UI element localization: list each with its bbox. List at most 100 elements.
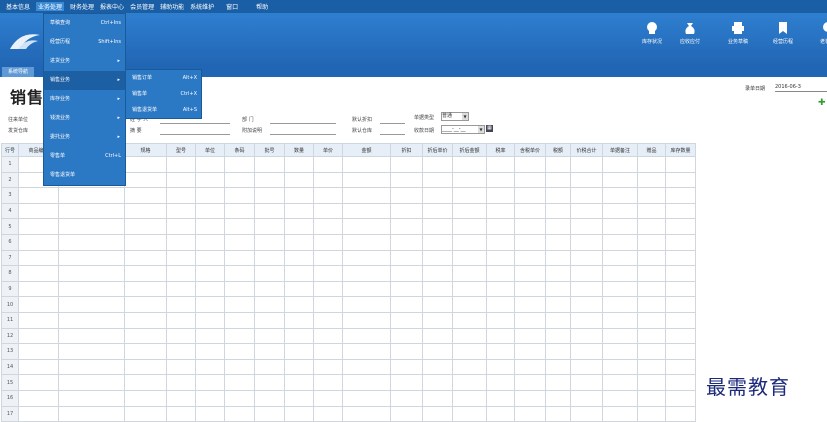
table-cell[interactable] bbox=[195, 311, 225, 329]
table-cell[interactable] bbox=[570, 233, 603, 251]
table-cell[interactable] bbox=[665, 156, 696, 173]
table-cell[interactable] bbox=[124, 327, 167, 345]
table-cell[interactable] bbox=[545, 171, 571, 189]
table-cell[interactable] bbox=[637, 327, 666, 345]
table-cell[interactable] bbox=[195, 265, 225, 282]
table-cell[interactable] bbox=[18, 280, 59, 298]
table-cell[interactable] bbox=[124, 233, 167, 251]
table-cell[interactable] bbox=[313, 374, 343, 391]
table-cell[interactable] bbox=[452, 218, 487, 235]
table-cell[interactable] bbox=[545, 265, 571, 282]
table-cell[interactable] bbox=[665, 171, 696, 189]
table-cell[interactable] bbox=[284, 187, 314, 204]
table-cell[interactable] bbox=[124, 296, 167, 313]
dept-field[interactable] bbox=[270, 123, 336, 124]
table-cell[interactable] bbox=[602, 156, 638, 173]
table-cell[interactable] bbox=[637, 265, 666, 282]
table-cell[interactable] bbox=[342, 233, 391, 251]
table-cell[interactable] bbox=[422, 218, 453, 235]
table-cell[interactable] bbox=[254, 374, 285, 391]
table-cell[interactable] bbox=[254, 311, 285, 329]
table-cell[interactable] bbox=[665, 218, 696, 235]
table-cell[interactable] bbox=[486, 389, 515, 407]
bill-type-select[interactable]: 普通 ▼ bbox=[441, 112, 469, 121]
table-cell[interactable] bbox=[452, 187, 487, 204]
table-cell[interactable] bbox=[224, 187, 255, 204]
table-cell[interactable] bbox=[486, 249, 515, 267]
table-cell[interactable] bbox=[602, 405, 638, 422]
table-cell[interactable] bbox=[342, 187, 391, 204]
table-cell[interactable] bbox=[284, 233, 314, 251]
table-cell[interactable] bbox=[637, 171, 666, 189]
table-cell[interactable] bbox=[58, 187, 125, 204]
table-cell[interactable] bbox=[313, 171, 343, 189]
table-cell[interactable] bbox=[570, 311, 603, 329]
table-cell[interactable] bbox=[665, 202, 696, 220]
table-cell[interactable] bbox=[166, 327, 196, 345]
menu-item[interactable]: 经营历程 Shift+Ins bbox=[44, 33, 125, 52]
menu-item[interactable]: 委托业务 ▸ bbox=[44, 128, 125, 147]
table-cell[interactable] bbox=[514, 202, 546, 220]
table-cell[interactable] bbox=[313, 327, 343, 345]
table-cell[interactable] bbox=[254, 171, 285, 189]
table-cell[interactable] bbox=[284, 218, 314, 235]
table-cell[interactable] bbox=[124, 218, 167, 235]
table-cell[interactable] bbox=[18, 265, 59, 282]
menu-item[interactable]: 零售单 Ctrl+L bbox=[44, 147, 125, 166]
table-row[interactable]: 11 bbox=[1, 311, 696, 329]
table-cell[interactable] bbox=[570, 374, 603, 391]
table-cell[interactable] bbox=[602, 249, 638, 267]
table-cell[interactable] bbox=[422, 187, 453, 204]
table-cell[interactable] bbox=[224, 389, 255, 407]
table-cell[interactable] bbox=[390, 187, 423, 204]
table-cell[interactable] bbox=[58, 374, 125, 391]
table-cell[interactable] bbox=[637, 280, 666, 298]
table-cell[interactable] bbox=[452, 358, 487, 376]
table-cell[interactable] bbox=[602, 343, 638, 360]
table-cell[interactable] bbox=[545, 233, 571, 251]
table-cell[interactable] bbox=[254, 249, 285, 267]
table-cell[interactable] bbox=[665, 311, 696, 329]
table-row[interactable]: 7 bbox=[1, 249, 696, 267]
table-cell[interactable] bbox=[665, 280, 696, 298]
table-cell[interactable] bbox=[390, 343, 423, 360]
menu-item[interactable]: 草稿查询 Ctrl+Ins bbox=[44, 14, 125, 33]
menu-item[interactable]: 零售退货单 bbox=[44, 166, 125, 185]
table-cell[interactable] bbox=[514, 405, 546, 422]
table-cell[interactable] bbox=[224, 265, 255, 282]
table-cell[interactable] bbox=[342, 327, 391, 345]
table-cell[interactable] bbox=[514, 265, 546, 282]
table-cell[interactable] bbox=[195, 249, 225, 267]
table-cell[interactable] bbox=[602, 374, 638, 391]
table-cell[interactable] bbox=[486, 358, 515, 376]
table-cell[interactable] bbox=[514, 311, 546, 329]
table-cell[interactable] bbox=[313, 405, 343, 422]
column-header[interactable]: 金额 bbox=[342, 143, 391, 157]
table-cell[interactable] bbox=[313, 218, 343, 235]
table-cell[interactable] bbox=[390, 296, 423, 313]
table-row[interactable]: 8 bbox=[1, 265, 696, 282]
column-header[interactable]: 库存数量 bbox=[665, 143, 696, 157]
column-header[interactable]: 赠品 bbox=[637, 143, 666, 157]
handler-field[interactable] bbox=[160, 123, 230, 124]
table-cell[interactable] bbox=[665, 358, 696, 376]
table-cell[interactable] bbox=[637, 374, 666, 391]
table-cell[interactable] bbox=[422, 171, 453, 189]
table-cell[interactable] bbox=[545, 218, 571, 235]
table-cell[interactable] bbox=[637, 156, 666, 173]
table-cell[interactable] bbox=[342, 249, 391, 267]
table-cell[interactable] bbox=[284, 343, 314, 360]
table-cell[interactable] bbox=[224, 171, 255, 189]
table-cell[interactable] bbox=[545, 405, 571, 422]
table-cell[interactable] bbox=[284, 327, 314, 345]
table-cell[interactable] bbox=[390, 233, 423, 251]
table-cell[interactable] bbox=[637, 296, 666, 313]
table-cell[interactable] bbox=[486, 311, 515, 329]
table-cell[interactable] bbox=[18, 374, 59, 391]
table-cell[interactable] bbox=[390, 327, 423, 345]
table-cell[interactable] bbox=[514, 280, 546, 298]
table-cell[interactable] bbox=[195, 327, 225, 345]
table-cell[interactable] bbox=[224, 202, 255, 220]
table-cell[interactable] bbox=[342, 265, 391, 282]
table-cell[interactable] bbox=[422, 156, 453, 173]
